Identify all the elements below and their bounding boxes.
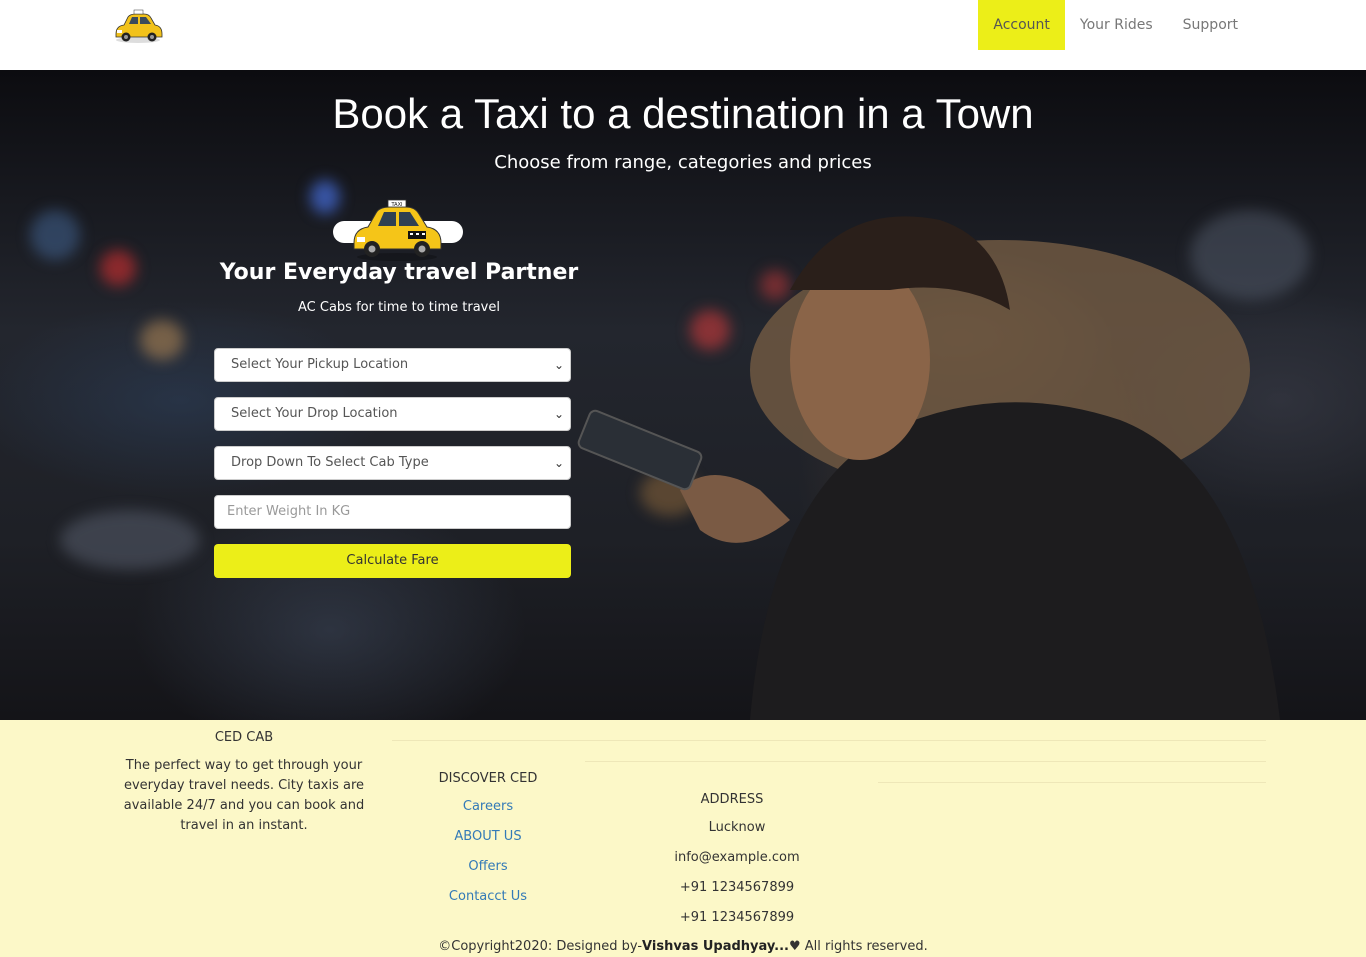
copyright-prefix: ©Copyright2020: Designed by-	[438, 939, 643, 954]
footer-divider	[392, 740, 1266, 741]
footer-address-title: ADDRESS	[700, 792, 764, 807]
weight-input[interactable]: Enter Weight In KG	[214, 495, 571, 529]
footer-link-contact-us[interactable]: Contacct Us	[388, 889, 588, 904]
footer-discover-title: DISCOVER CED	[438, 771, 538, 786]
copyright: ©Copyright2020: Designed by-Vishvas Upad…	[0, 939, 1366, 954]
cab-type-select[interactable]: Drop Down To Select Cab Type ⌄	[214, 446, 571, 480]
drop-location-select[interactable]: Select Your Drop Location ⌄	[214, 397, 571, 431]
footer-divider	[585, 761, 1266, 762]
partner-heading: Your Everyday travel Partner	[219, 260, 579, 285]
pickup-select-value: Select Your Pickup Location	[231, 357, 409, 372]
svg-text:TAXI: TAXI	[391, 202, 403, 208]
footer: CED CAB The perfect way to get through y…	[0, 720, 1366, 957]
background-bokeh	[100, 250, 136, 286]
taxi-icon: TAXI	[353, 199, 442, 261]
hero-section: Book a Taxi to a destination in a Town C…	[0, 70, 1366, 720]
woman-with-phone-image	[577, 216, 1280, 720]
drop-select-value: Select Your Drop Location	[231, 406, 398, 421]
nav-your-rides[interactable]: Your Rides	[1065, 0, 1168, 50]
background-bokeh	[60, 510, 200, 570]
weight-input-placeholder: Enter Weight In KG	[227, 504, 351, 519]
nav-account[interactable]: Account	[978, 0, 1065, 50]
cab-select-value: Drop Down To Select Cab Type	[231, 455, 429, 470]
nav-support[interactable]: Support	[1168, 0, 1253, 50]
chevron-down-icon: ⌄	[553, 456, 564, 470]
hero-title: Book a Taxi to a destination in a Town	[332, 90, 1034, 137]
background-bokeh	[140, 320, 184, 360]
footer-brand-title: CED CAB	[214, 730, 274, 745]
footer-divider	[878, 782, 1266, 783]
calculate-fare-button[interactable]: Calculate Fare	[214, 544, 571, 578]
footer-address-city: Lucknow	[708, 820, 766, 835]
copyright-suffix: All rights reserved.	[800, 939, 928, 954]
footer-link-about-us[interactable]: ABOUT US	[388, 829, 588, 844]
background-bokeh	[30, 210, 80, 260]
footer-address-phone: +91 1234567899	[679, 880, 795, 895]
footer-address-phone-2: +91 1234567899	[679, 910, 795, 925]
main-nav: Account Your Rides Support	[978, 0, 1253, 50]
footer-link-offers[interactable]: Offers	[388, 859, 588, 874]
heart-icon: ♥	[788, 939, 801, 954]
hero-subtitle: Choose from range, categories and prices	[494, 152, 872, 173]
chevron-down-icon: ⌄	[553, 358, 564, 372]
chevron-down-icon: ⌄	[553, 407, 564, 421]
footer-address-email: info@example.com	[674, 850, 800, 865]
footer-link-careers[interactable]: Careers	[388, 799, 588, 814]
partner-subheading: AC Cabs for time to time travel	[298, 300, 500, 315]
taxi-logo-icon[interactable]	[112, 8, 164, 44]
footer-brand-text: The perfect way to get through your ever…	[123, 758, 365, 833]
background-bokeh	[310, 180, 340, 214]
navbar: Account Your Rides Support	[0, 0, 1366, 70]
pickup-location-select[interactable]: Select Your Pickup Location ⌄	[214, 348, 571, 382]
copyright-author: Vishvas Upadhyay...	[642, 939, 789, 954]
